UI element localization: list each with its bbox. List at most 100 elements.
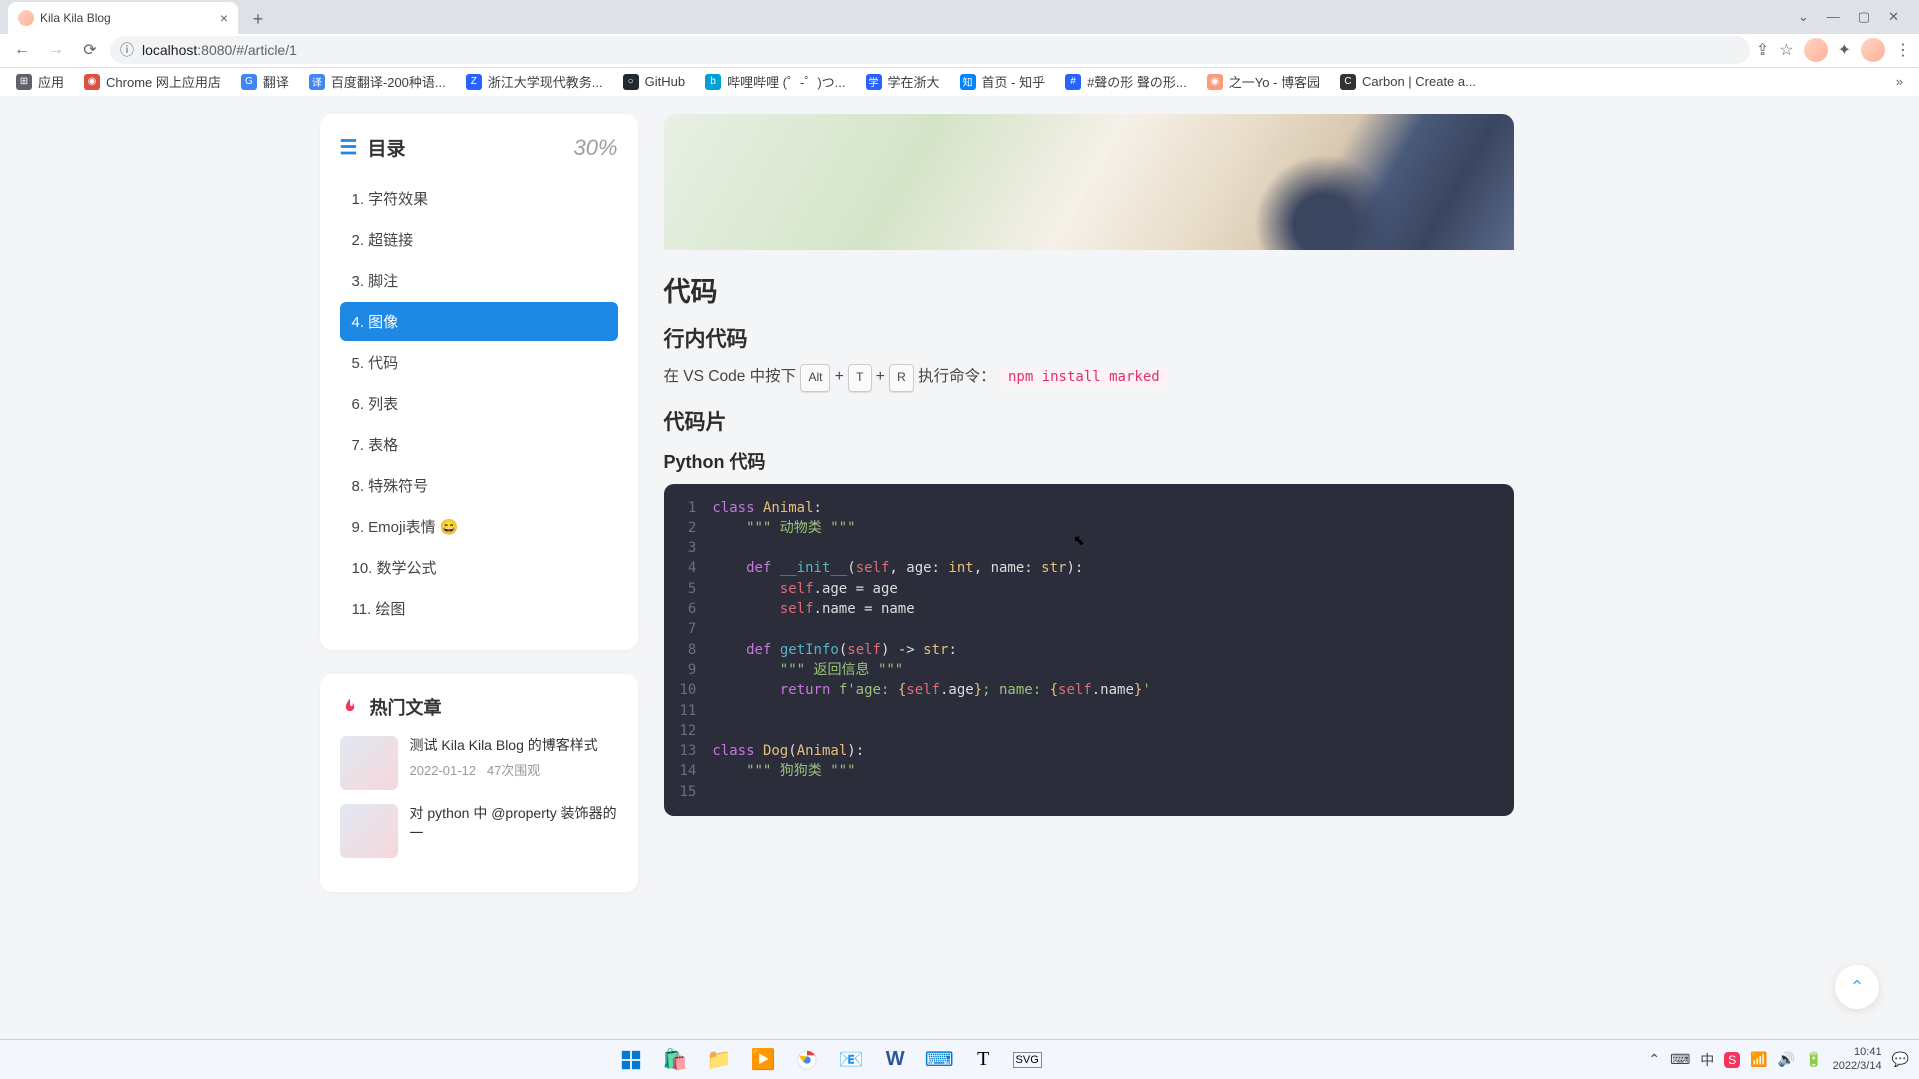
taskbar-app-svg[interactable]: SVG [1007, 1042, 1047, 1078]
bookmark-item[interactable]: b哔哩哔哩 (゜-゜)つ... [697, 69, 853, 94]
bookmark-item[interactable]: 知首页 - 知乎 [952, 69, 1054, 94]
volume-icon[interactable]: 🔊 [1778, 1051, 1795, 1068]
battery-icon[interactable]: 🔋 [1805, 1051, 1822, 1068]
heading-inline-code: 行内代码 [664, 323, 1514, 353]
toolbar-right: ⇪ ☆ ✦ ⋮ [1756, 38, 1911, 62]
forward-button[interactable]: → [42, 36, 70, 64]
code-block: 123456789101112131415 class Animal: """ … [664, 484, 1514, 816]
tab-title: Kila Kila Blog [40, 11, 111, 25]
notifications-icon[interactable]: 💬 [1892, 1051, 1909, 1068]
toc-item[interactable]: 7. 表格 [340, 425, 618, 464]
toc-item[interactable]: 10. 数学公式 [340, 548, 618, 587]
favicon [18, 10, 34, 26]
toolbar: ← → ⟳ ⓘ localhost:8080/#/article/1 ⇪ ☆ ✦… [0, 34, 1919, 68]
hot-article-meta: 2022-01-12 47次围观 [410, 760, 618, 779]
clock[interactable]: 10:41 2022/3/14 [1833, 1046, 1882, 1072]
line-numbers: 123456789101112131415 [664, 498, 713, 802]
profile-avatar[interactable] [1804, 38, 1828, 62]
windows-taskbar: 🛍️ 📁 ▶️ 📧 W ⌨ T SVG ⌃ ⌨ 中 S 📶 🔊 🔋 10:41 … [0, 1039, 1919, 1079]
menu-icon: ☰ [340, 135, 358, 160]
hot-article-item[interactable]: 对 python 中 @property 装饰器的一 [340, 804, 618, 858]
article-main: 代码 行内代码 在 VS Code 中按下 Alt + T + R 执行命令： … [664, 114, 1514, 1039]
new-tab-button[interactable]: + [244, 6, 272, 34]
tab-strip: Kila Kila Blog × + ⌄ ― ▢ ✕ [0, 0, 1919, 34]
taskbar-app-store[interactable]: 🛍️ [655, 1042, 695, 1078]
start-button[interactable] [611, 1042, 651, 1078]
bookmark-item[interactable]: 学学在浙大 [858, 69, 948, 94]
system-tray: ⌃ ⌨ 中 S 📶 🔊 🔋 10:41 2022/3/14 💬 [1648, 1046, 1909, 1072]
toc-item[interactable]: 8. 特殊符号 [340, 466, 618, 505]
bookmark-star-icon[interactable]: ☆ [1779, 40, 1793, 60]
inline-code: npm install marked [1000, 367, 1168, 387]
bookmark-item[interactable]: 译百度翻译-200种语... [301, 69, 454, 94]
close-tab-icon[interactable]: × [220, 10, 228, 26]
share-icon[interactable]: ⇪ [1756, 40, 1769, 60]
minimize-icon[interactable]: ― [1827, 9, 1840, 25]
toc-item[interactable]: 6. 列表 [340, 384, 618, 423]
url-text: localhost:8080/#/article/1 [142, 42, 297, 58]
inline-code-paragraph: 在 VS Code 中按下 Alt + T + R 执行命令： npm inst… [664, 363, 1514, 392]
toc-card: ☰ 目录 30% 1. 字符效果2. 超链接3. 脚注4. 图像5. 代码6. … [320, 114, 638, 650]
extensions-icon[interactable]: ✦ [1838, 40, 1851, 60]
bookmark-item[interactable]: ◉Chrome 网上应用店 [76, 69, 229, 94]
taskbar-center: 🛍️ 📁 ▶️ 📧 W ⌨ T SVG [611, 1042, 1047, 1078]
apps-button[interactable]: ⊞应用 [8, 69, 72, 94]
taskbar-app-text[interactable]: T [963, 1042, 1003, 1078]
taskbar-app-explorer[interactable]: 📁 [699, 1042, 739, 1078]
tray-sogou-icon[interactable]: S [1724, 1052, 1740, 1068]
toc-item[interactable]: 2. 超链接 [340, 220, 618, 259]
maximize-icon[interactable]: ▢ [1858, 9, 1870, 25]
toc-item[interactable]: 11. 绘图 [340, 589, 618, 628]
taskbar-app-media[interactable]: ▶️ [743, 1042, 783, 1078]
heading-code: 代码 [664, 270, 1514, 309]
flame-icon [340, 697, 360, 717]
tray-icon[interactable]: ⌨ [1670, 1051, 1690, 1068]
bookmark-item[interactable]: CCarbon | Create a... [1332, 71, 1484, 93]
address-bar[interactable]: ⓘ localhost:8080/#/article/1 [110, 36, 1750, 64]
bookmark-item[interactable]: ○GitHub [615, 71, 693, 93]
toc-progress: 30% [573, 135, 617, 161]
window-controls: ⌄ ― ▢ ✕ [1798, 9, 1909, 25]
toc-list: 1. 字符效果2. 超链接3. 脚注4. 图像5. 代码6. 列表7. 表格8.… [340, 179, 618, 628]
reload-button[interactable]: ⟳ [76, 36, 104, 64]
taskbar-app-chrome[interactable] [787, 1042, 827, 1078]
kbd-alt: Alt [800, 364, 830, 392]
chevron-down-icon[interactable]: ⌄ [1798, 9, 1809, 25]
toc-item[interactable]: 4. 图像 [340, 302, 618, 341]
back-button[interactable]: ← [8, 36, 36, 64]
ext-avatar[interactable] [1861, 38, 1885, 62]
kbd-t: T [848, 364, 871, 392]
hot-article-item[interactable]: 测试 Kila Kila Blog 的博客样式 2022-01-12 47次围观 [340, 736, 618, 790]
taskbar-app-word[interactable]: W [875, 1042, 915, 1078]
bookmark-item[interactable]: ◉之一Yo - 博客园 [1199, 69, 1328, 94]
bookmark-item[interactable]: ##聲の形 聲の形... [1057, 69, 1195, 94]
heading-snippet: 代码片 [664, 406, 1514, 436]
hot-articles-card: 热门文章 测试 Kila Kila Blog 的博客样式 2022-01-12 … [320, 674, 638, 892]
taskbar-app-mail[interactable]: 📧 [831, 1042, 871, 1078]
heading-python: Python 代码 [664, 448, 1514, 474]
hot-article-title: 测试 Kila Kila Blog 的博客样式 [410, 736, 618, 756]
toc-item[interactable]: 5. 代码 [340, 343, 618, 382]
toc-item[interactable]: 9. Emoji表情 😄 [340, 507, 618, 546]
tray-chevron-icon[interactable]: ⌃ [1648, 1051, 1660, 1068]
toc-title: 目录 [367, 134, 405, 161]
kbd-r: R [889, 364, 914, 392]
tray-icon[interactable]: 中 [1700, 1050, 1714, 1070]
bookmarks-overflow-icon[interactable]: » [1888, 74, 1911, 89]
site-info-icon[interactable]: ⓘ [120, 40, 134, 60]
toc-item[interactable]: 1. 字符效果 [340, 179, 618, 218]
taskbar-app-vscode[interactable]: ⌨ [919, 1042, 959, 1078]
browser-chrome: Kila Kila Blog × + ⌄ ― ▢ ✕ ← → ⟳ ⓘ local… [0, 0, 1919, 96]
bookmark-item[interactable]: G翻译 [233, 69, 297, 94]
article-hero-image [664, 114, 1514, 250]
close-window-icon[interactable]: ✕ [1888, 9, 1899, 25]
toc-item[interactable]: 3. 脚注 [340, 261, 618, 300]
bookmark-item[interactable]: Z浙江大学现代教务... [458, 69, 611, 94]
hot-title: 热门文章 [370, 694, 442, 720]
code-content: class Animal: """ 动物类 """ def __init__(s… [712, 498, 1513, 802]
menu-icon[interactable]: ⋮ [1895, 40, 1911, 60]
browser-tab[interactable]: Kila Kila Blog × [8, 2, 238, 34]
sidebar: ☰ 目录 30% 1. 字符效果2. 超链接3. 脚注4. 图像5. 代码6. … [320, 114, 638, 1039]
scroll-to-top-button[interactable]: ⌃ [1835, 965, 1879, 1009]
wifi-icon[interactable]: 📶 [1750, 1051, 1767, 1068]
